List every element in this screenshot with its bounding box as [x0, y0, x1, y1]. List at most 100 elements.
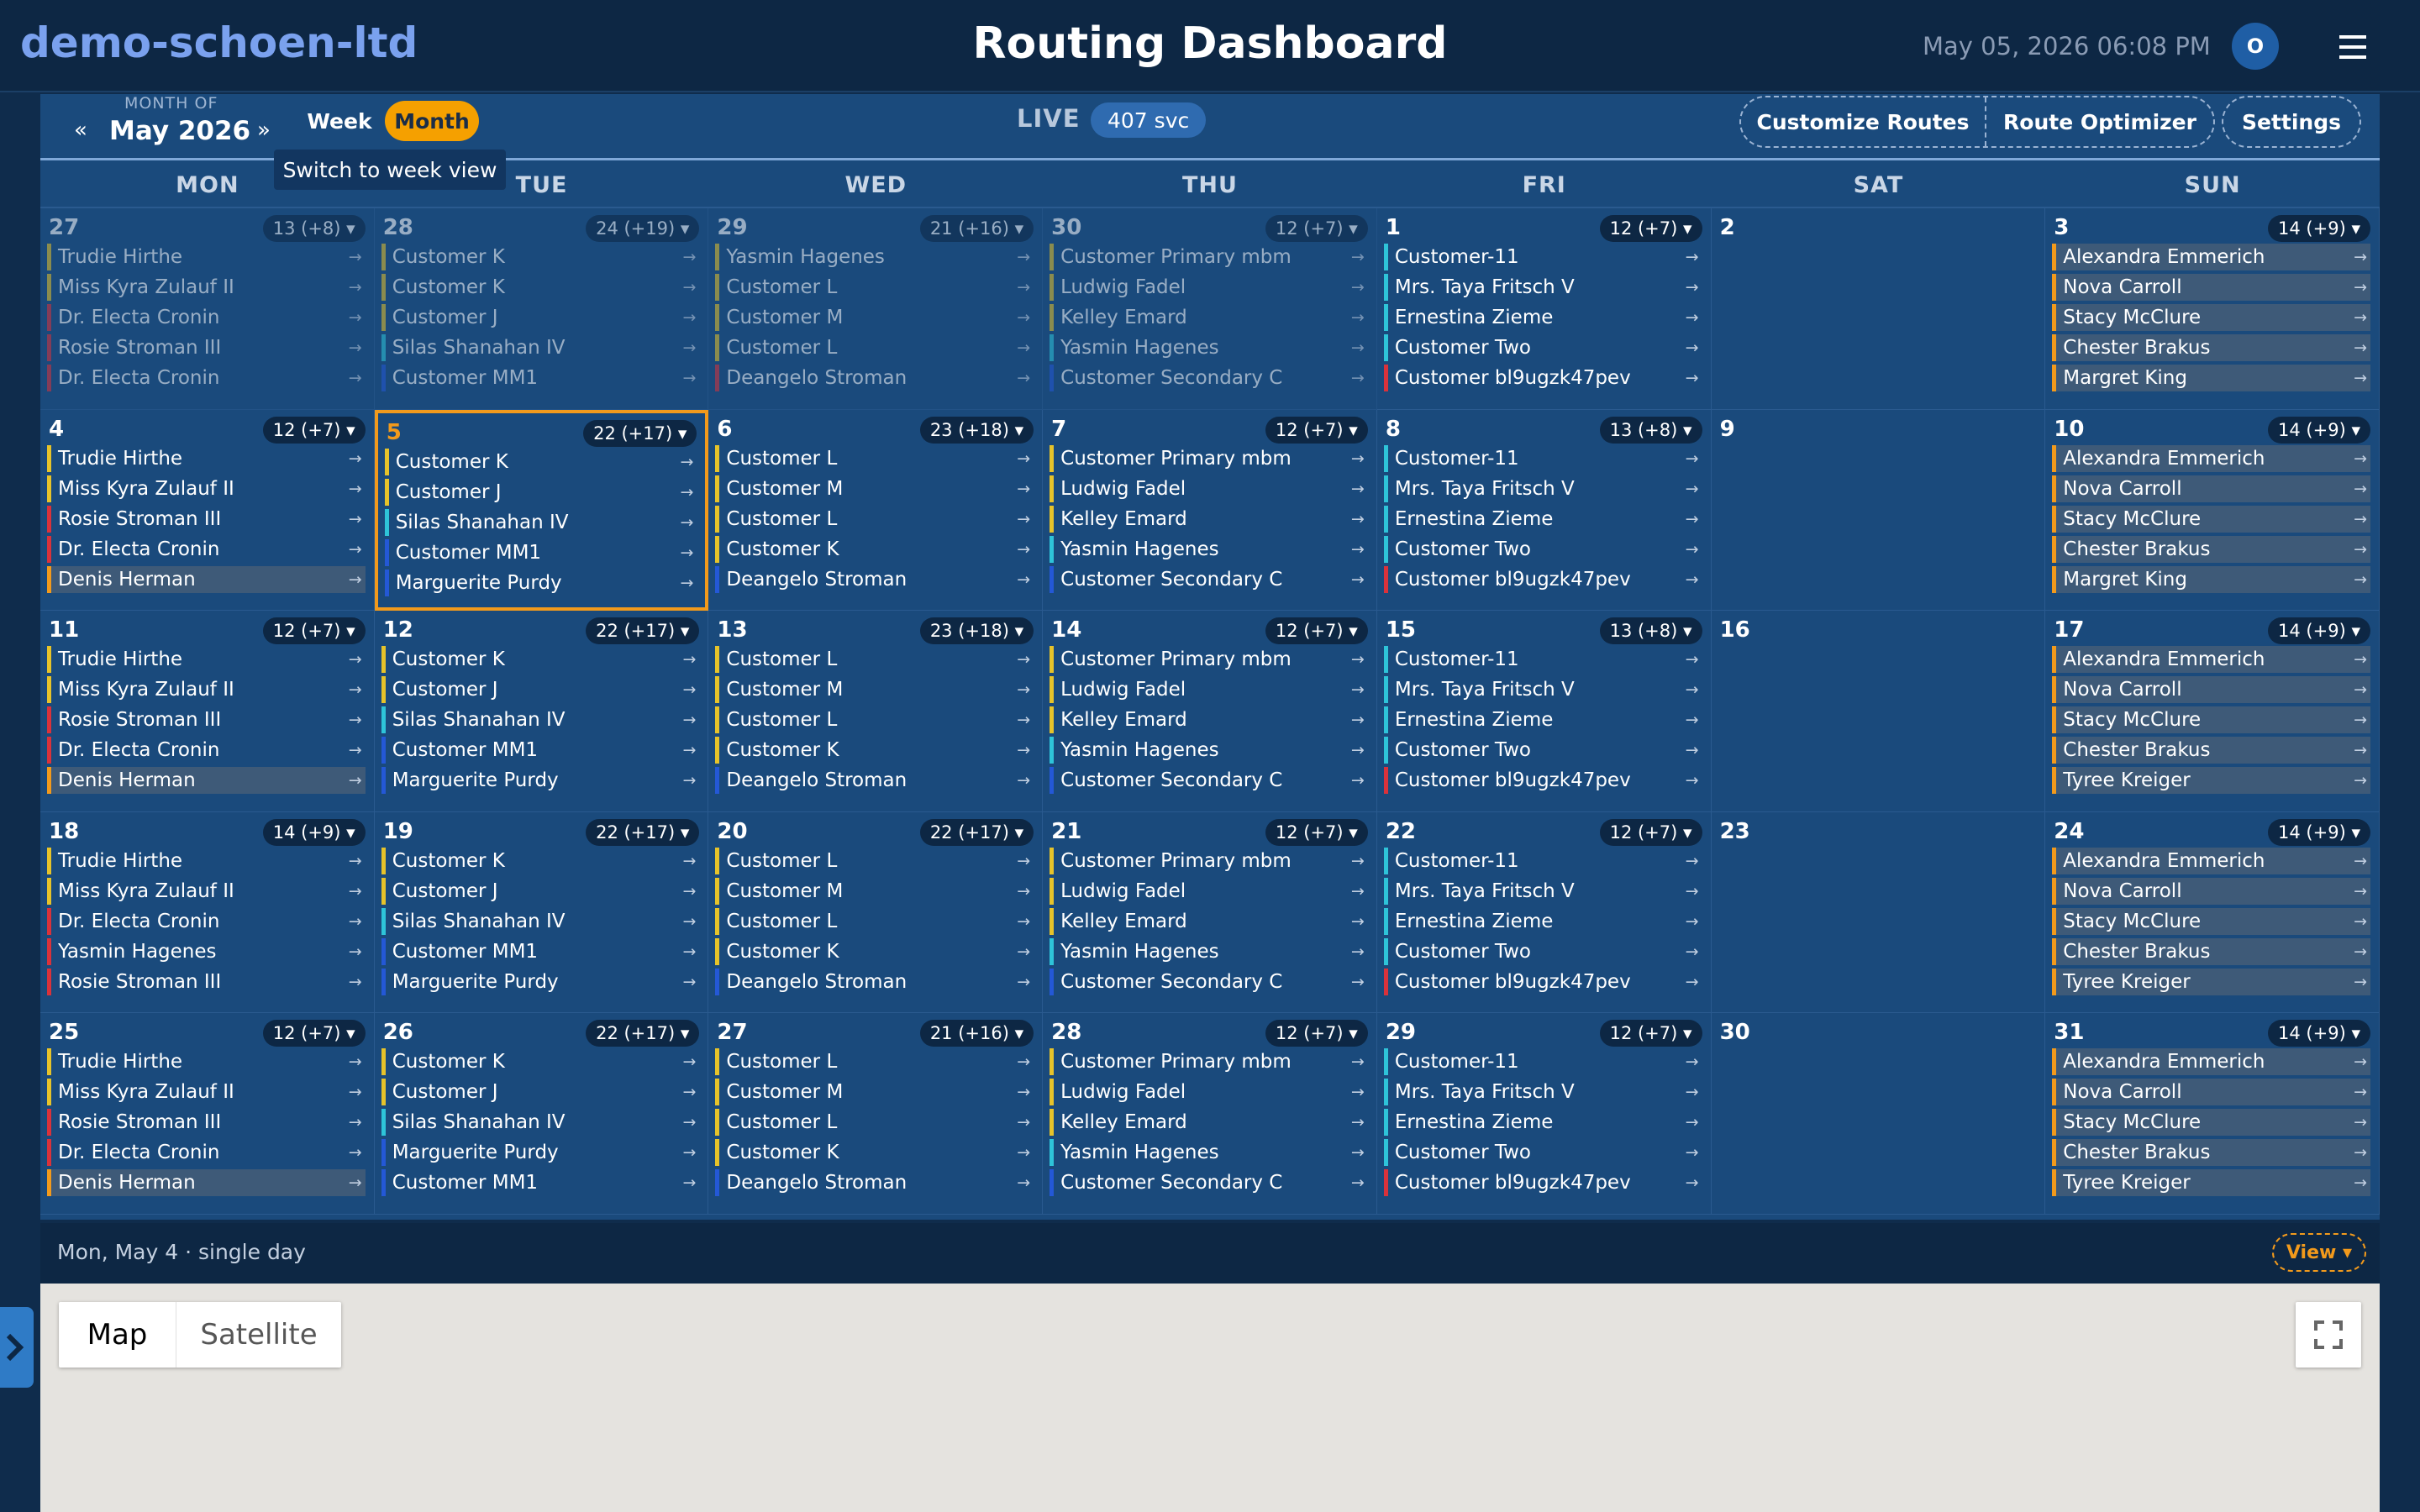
arrow-right-icon[interactable]: → [1017, 650, 1030, 669]
customize-routes-button[interactable]: Customize Routes [1741, 97, 1986, 146]
stop-item[interactable]: Mrs. Taya Fritsch V → [1383, 676, 1702, 704]
prev-month-button[interactable]: « [74, 118, 87, 143]
arrow-right-icon[interactable]: → [349, 449, 362, 468]
next-month-button[interactable]: » [257, 118, 271, 143]
calendar-day[interactable]: 3 14 (+9) ▾ Alexandra Emmerich → Nova Carrol… [2045, 208, 2380, 410]
stop-item[interactable]: Customer J → [381, 676, 700, 704]
calendar-day[interactable]: 27 21 (+16) ▾ Customer L → Customer M → Custom… [708, 1013, 1044, 1215]
map-type-map-button[interactable]: Map [59, 1302, 176, 1368]
calendar-day[interactable]: 10 14 (+9) ▾ Alexandra Emmerich → Nova Carro… [2045, 409, 2380, 612]
stop-item[interactable]: Customer K → [715, 737, 1034, 764]
arrow-right-icon[interactable]: → [683, 741, 697, 759]
arrow-right-icon[interactable]: → [1017, 680, 1030, 699]
day-stop-count-badge[interactable]: 12 (+7) ▾ [262, 416, 366, 444]
arrow-right-icon[interactable]: → [683, 339, 697, 357]
stop-item[interactable]: Kelley Emard → [1050, 1109, 1368, 1137]
calendar-day[interactable]: 13 23 (+18) ▾ Customer L → Customer M → Custom… [708, 611, 1044, 812]
stop-item[interactable]: Deangelo Stroman → [715, 1169, 1034, 1197]
calendar-day[interactable]: 16 [1711, 611, 2046, 812]
stop-item[interactable]: Customer L → [715, 444, 1034, 472]
stop-item[interactable]: Ernestina Zieme → [1383, 907, 1702, 935]
calendar-day[interactable]: 8 13 (+8) ▾ Customer-11 → Mrs. Taya Fritsch … [1376, 409, 1712, 612]
stop-item[interactable]: Customer Primary mbm → [1050, 1048, 1368, 1076]
arrow-right-icon[interactable]: → [681, 513, 694, 532]
arrow-right-icon[interactable]: → [1686, 650, 1699, 669]
calendar-day[interactable]: 7 12 (+7) ▾ Customer Primary mbm → Ludwig Fa… [1043, 409, 1377, 612]
day-stop-count-badge[interactable]: 13 (+8) ▾ [1599, 416, 1702, 444]
stop-item[interactable]: Customer K → [381, 274, 700, 301]
stop-item[interactable]: Silas Shanahan IV → [381, 907, 700, 935]
arrow-right-icon[interactable]: → [683, 308, 697, 327]
stop-item[interactable]: Nova Carroll → [2052, 475, 2370, 502]
arrow-right-icon[interactable]: → [1017, 278, 1030, 297]
calendar-day[interactable]: 17 14 (+9) ▾ Alexandra Emmerich → Nova Carro… [2045, 611, 2380, 812]
stop-item[interactable]: Customer L → [715, 1109, 1034, 1137]
day-stop-count-badge[interactable]: 23 (+18) ▾ [919, 416, 1034, 444]
arrow-right-icon[interactable]: → [1017, 1113, 1030, 1131]
stop-item[interactable]: Customer MM1 → [381, 1169, 700, 1197]
calendar-day[interactable]: 31 14 (+9) ▾ Alexandra Emmerich → Nova Carro… [2045, 1013, 2380, 1215]
arrow-right-icon[interactable]: → [1686, 882, 1699, 900]
day-stop-count-badge[interactable]: 24 (+19) ▾ [586, 215, 700, 242]
stop-item[interactable]: Customer Two → [1383, 334, 1702, 361]
day-stop-count-badge[interactable]: 12 (+7) ▾ [1599, 215, 1702, 242]
arrow-right-icon[interactable]: → [2354, 973, 2367, 991]
arrow-right-icon[interactable]: → [2354, 449, 2367, 468]
stop-item[interactable]: Customer Two → [1383, 535, 1702, 563]
stop-item[interactable]: Nova Carroll → [2052, 676, 2370, 704]
stop-item[interactable]: Stacy McClure → [2052, 1109, 2370, 1137]
arrow-right-icon[interactable]: → [349, 369, 362, 387]
stop-item[interactable]: Stacy McClure → [2052, 505, 2370, 533]
arrow-right-icon[interactable]: → [683, 912, 697, 931]
calendar-day-today[interactable]: 5 22 (+17) ▾ Customer K → Customer J → Silas S… [374, 409, 709, 612]
arrow-right-icon[interactable]: → [2354, 711, 2367, 729]
stop-item[interactable]: Ludwig Fadel → [1050, 1079, 1368, 1106]
stop-item[interactable]: Customer Primary mbm → [1050, 444, 1368, 472]
day-stop-count-badge[interactable]: 22 (+17) ▾ [586, 818, 700, 846]
stop-item[interactable]: Denis Herman → [47, 767, 366, 795]
arrow-right-icon[interactable]: → [1686, 248, 1699, 266]
stop-item[interactable]: Yasmin Hagenes → [1050, 334, 1368, 361]
stop-item[interactable]: Customer bl9ugzk47pev → [1383, 968, 1702, 995]
stop-item[interactable]: Yasmin Hagenes → [1050, 1139, 1368, 1167]
arrow-right-icon[interactable]: → [1686, 510, 1699, 528]
stop-item[interactable]: Customer J → [381, 304, 700, 331]
stop-item[interactable]: Deangelo Stroman → [715, 365, 1034, 391]
stop-item[interactable]: Yasmin Hagenes → [1050, 937, 1368, 965]
arrow-right-icon[interactable]: → [1686, 570, 1699, 589]
stop-item[interactable]: Customer-11 → [1383, 646, 1702, 674]
stop-item[interactable]: Nova Carroll → [2052, 877, 2370, 905]
arrow-right-icon[interactable]: → [349, 540, 362, 559]
stop-item[interactable]: Customer L → [715, 334, 1034, 361]
stop-item[interactable]: Silas Shanahan IV → [381, 334, 700, 361]
arrow-right-icon[interactable]: → [1351, 1113, 1365, 1131]
arrow-right-icon[interactable]: → [1351, 852, 1365, 870]
calendar-day[interactable]: 28 12 (+7) ▾ Customer Primary mbm → Ludwig F… [1043, 1013, 1377, 1215]
arrow-right-icon[interactable]: → [1017, 942, 1030, 961]
calendar-day[interactable]: 25 12 (+7) ▾ Trudie Hirthe → Miss Kyra Zulau… [40, 1013, 375, 1215]
day-stop-count-badge[interactable]: 12 (+7) ▾ [262, 617, 366, 645]
day-stop-count-badge[interactable]: 12 (+7) ▾ [1265, 416, 1368, 444]
stop-item[interactable]: Denis Herman → [47, 565, 366, 593]
arrow-right-icon[interactable]: → [2354, 741, 2367, 759]
arrow-right-icon[interactable]: → [1351, 480, 1365, 498]
day-stop-count-badge[interactable]: 14 (+9) ▾ [262, 818, 366, 846]
calendar-day[interactable]: 2 [1711, 208, 2046, 410]
arrow-right-icon[interactable]: → [1686, 852, 1699, 870]
arrow-right-icon[interactable]: → [2354, 882, 2367, 900]
stop-item[interactable]: Silas Shanahan IV → [381, 706, 700, 734]
stop-item[interactable]: Customer K → [715, 937, 1034, 965]
stop-item[interactable]: Deangelo Stroman → [715, 767, 1034, 795]
arrow-right-icon[interactable]: → [683, 1083, 697, 1101]
stop-item[interactable]: Deangelo Stroman → [715, 968, 1034, 995]
arrow-right-icon[interactable]: → [1017, 882, 1030, 900]
stop-item[interactable]: Rosie Stroman III → [47, 334, 366, 361]
stop-item[interactable]: Dr. Electa Cronin → [47, 1139, 366, 1167]
stop-item[interactable]: Trudie Hirthe → [47, 847, 366, 874]
calendar-day[interactable]: 19 22 (+17) ▾ Customer K → Customer J → Silas … [374, 811, 709, 1014]
day-stop-count-badge[interactable]: 21 (+16) ▾ [919, 215, 1034, 242]
arrow-right-icon[interactable]: → [1686, 480, 1699, 498]
stop-item[interactable]: Rosie Stroman III → [47, 505, 366, 533]
stop-item[interactable]: Customer MM1 → [381, 737, 700, 764]
stop-item[interactable]: Margret King → [2052, 365, 2370, 391]
